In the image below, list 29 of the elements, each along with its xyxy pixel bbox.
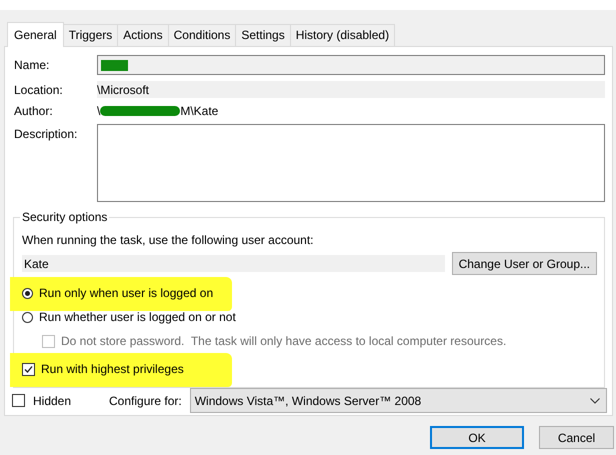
checkbox[interactable] (22, 362, 35, 376)
radio-button[interactable] (22, 312, 33, 322)
author-suffix: M\Kate (180, 104, 218, 118)
tab[interactable]: General (7, 22, 64, 47)
name-field[interactable] (97, 55, 605, 75)
location-label: Location: (14, 82, 64, 96)
configure-dropdown[interactable]: Windows Vista™, Windows Server™ 2008 (190, 388, 607, 413)
group-title: Security options (20, 210, 110, 224)
dialog-button[interactable]: Cancel (539, 426, 614, 449)
location-field: \Microsoft (97, 81, 605, 98)
configure-label: Configure for: (109, 394, 182, 408)
redaction-mark (101, 60, 128, 70)
description-label: Description: (14, 126, 78, 141)
name-label: Name: (14, 58, 50, 72)
hidden-label: Hidden (33, 394, 72, 408)
option-label: Do not store password. The task will only have access to local computer resources. (61, 334, 506, 348)
option-label: Run with highest privileges (41, 362, 184, 376)
dialog-button[interactable]: OK (430, 426, 524, 449)
change-user-button[interactable]: Change User or Group... (452, 252, 597, 275)
option-label: Run only when user is logged on (39, 286, 214, 300)
tab[interactable]: History (disabled) (290, 24, 396, 46)
checkbox[interactable] (12, 394, 25, 407)
author-prefix: \ (97, 104, 100, 118)
option-label: Run whether user is logged on or not (39, 310, 236, 324)
author-label: Author: (14, 104, 54, 118)
description-field[interactable] (97, 124, 605, 202)
prompt-text: When running the task, use the following user account: (22, 233, 315, 247)
chevron-down-icon (590, 398, 600, 404)
user-account-field: Kate (22, 255, 445, 272)
